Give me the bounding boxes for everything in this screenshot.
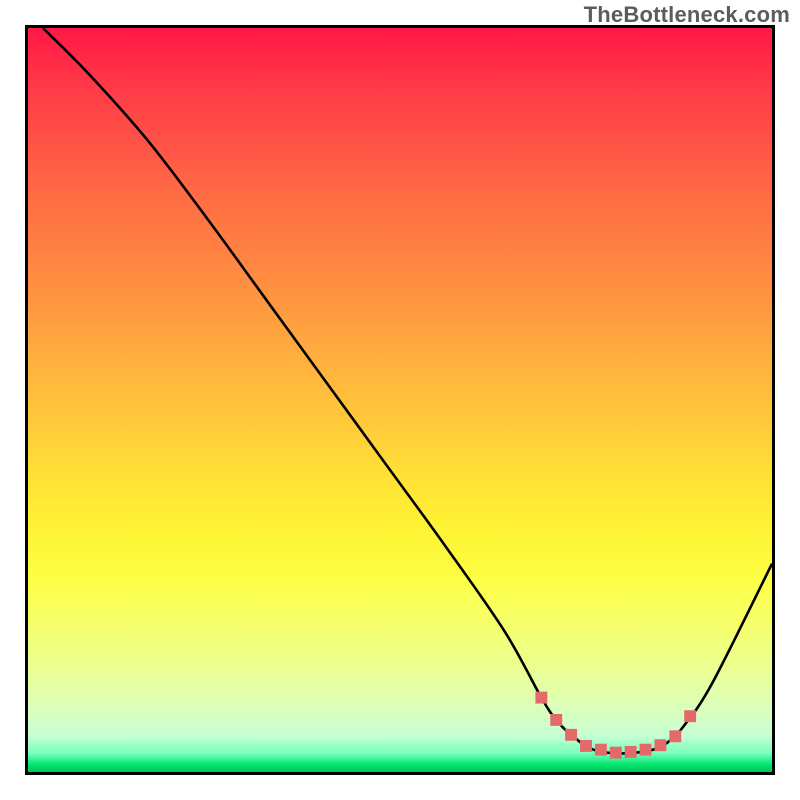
chart-frame: TheBottleneck.com (0, 0, 800, 800)
pink-marker (535, 692, 547, 704)
pink-marker (550, 714, 562, 726)
pink-marker (610, 747, 622, 759)
pink-marker (580, 740, 592, 752)
chart-svg (28, 28, 772, 772)
pink-marker (640, 744, 652, 756)
pink-marker (565, 729, 577, 741)
black-curve (43, 28, 772, 753)
pink-marker (625, 746, 637, 758)
pink-marker (684, 710, 696, 722)
plot-area (25, 25, 775, 775)
pink-marker (654, 739, 666, 751)
pink-marker (669, 730, 681, 742)
pink-marker (595, 744, 607, 756)
pink-markers (535, 692, 696, 759)
